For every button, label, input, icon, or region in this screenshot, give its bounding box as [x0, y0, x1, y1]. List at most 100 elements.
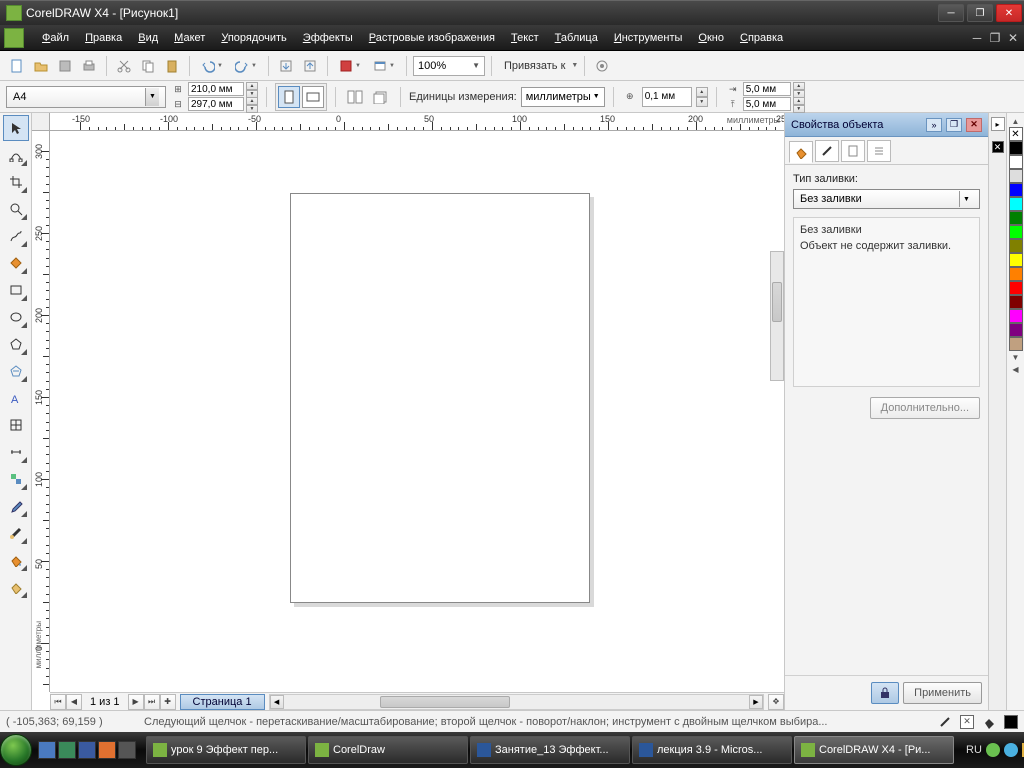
page-size-combo[interactable]: A4▼	[6, 86, 166, 108]
welcome-button[interactable]: ▼	[368, 55, 400, 77]
color-swatch[interactable]	[1009, 267, 1023, 281]
minimize-button[interactable]: ─	[938, 4, 964, 22]
text-tab[interactable]	[841, 140, 865, 162]
menu-item[interactable]: Текст	[503, 28, 547, 48]
outline-tool[interactable]	[3, 520, 29, 546]
dimension-tool[interactable]	[3, 439, 29, 465]
polygon-tool[interactable]	[3, 331, 29, 357]
export-button[interactable]	[299, 55, 321, 77]
nudge-input[interactable]: 0,1 мм	[642, 87, 692, 107]
ql-expand-icon[interactable]	[118, 741, 136, 759]
nudge-spinner[interactable]: ▲▼	[696, 87, 708, 107]
color-swatch[interactable]	[1009, 295, 1023, 309]
facing-pages-button[interactable]	[370, 86, 392, 108]
taskbar-task[interactable]: Занятие_13 Эффект...	[470, 736, 630, 764]
options-button[interactable]	[591, 55, 613, 77]
fill-tool[interactable]	[3, 547, 29, 573]
page-tab[interactable]: Страница 1	[180, 694, 265, 710]
maximize-button[interactable]: ❐	[967, 4, 993, 22]
color-swatch[interactable]	[1009, 155, 1023, 169]
docker-close-icon[interactable]: ✕	[966, 118, 982, 132]
vertical-scrollbar[interactable]	[770, 251, 784, 381]
dup-y-input[interactable]: 5,0 мм	[743, 97, 791, 111]
pan-button[interactable]: ✥	[768, 694, 784, 710]
basic-shapes-tool[interactable]	[3, 358, 29, 384]
undo-button[interactable]: ▼	[196, 55, 228, 77]
fill-tab[interactable]	[789, 141, 813, 163]
new-button[interactable]	[6, 55, 28, 77]
height-spinner[interactable]: ▲▼	[246, 97, 258, 111]
landscape-button[interactable]	[302, 86, 324, 108]
color-swatch[interactable]	[1009, 197, 1023, 211]
page-height-input[interactable]: 297,0 мм	[188, 97, 244, 111]
docker-undock-icon[interactable]: ❐	[946, 118, 962, 132]
last-page-button[interactable]: ⏭	[144, 694, 160, 710]
portrait-button[interactable]	[278, 86, 300, 108]
text-tool[interactable]: A	[3, 385, 29, 411]
page-width-input[interactable]: 210,0 мм	[188, 82, 244, 96]
menu-item[interactable]: Таблица	[547, 28, 606, 48]
menu-item[interactable]: Файл	[34, 28, 77, 48]
horizontal-ruler[interactable]: миллиметры-150-100-50050100150200250300	[50, 113, 784, 131]
docker-header[interactable]: Свойства объекта » ❐ ✕	[785, 113, 988, 137]
menu-item[interactable]: Правка	[77, 28, 130, 48]
print-button[interactable]	[78, 55, 100, 77]
horizontal-scrollbar[interactable]: ◀▶	[269, 694, 764, 710]
taskbar-task[interactable]: урок 9 Эффект пер...	[146, 736, 306, 764]
advanced-button[interactable]: Дополнительно...	[870, 397, 980, 419]
width-spinner[interactable]: ▲▼	[246, 82, 258, 96]
dup-x-input[interactable]: 5,0 мм	[743, 82, 791, 96]
crop-tool[interactable]	[3, 169, 29, 195]
redo-button[interactable]: ▼	[230, 55, 262, 77]
color-swatch[interactable]	[1009, 169, 1023, 183]
canvas[interactable]	[50, 131, 784, 692]
first-page-button[interactable]: ⏮	[50, 694, 66, 710]
zoom-combo[interactable]: 100%▼	[413, 56, 485, 76]
color-swatch[interactable]	[1009, 225, 1023, 239]
vertical-ruler[interactable]: миллиметры300250200150100500	[32, 131, 50, 692]
cut-button[interactable]	[113, 55, 135, 77]
smart-fill-tool[interactable]	[3, 250, 29, 276]
color-swatch[interactable]	[1009, 337, 1023, 351]
rectangle-tool[interactable]	[3, 277, 29, 303]
docker-collapse-icon[interactable]: »	[926, 118, 942, 132]
outline-black-swatch[interactable]	[1004, 715, 1018, 729]
color-swatch[interactable]	[1009, 253, 1023, 267]
next-page-button[interactable]: ▶	[128, 694, 144, 710]
tray-icon-1[interactable]	[986, 743, 1000, 757]
palette-down-icon[interactable]: ▼	[1009, 351, 1023, 363]
copy-button[interactable]	[137, 55, 159, 77]
import-button[interactable]	[275, 55, 297, 77]
taskbar-task[interactable]: лекция 3.9 - Micros...	[632, 736, 792, 764]
eyedropper-tool[interactable]	[3, 493, 29, 519]
apply-button[interactable]: Применить	[903, 682, 982, 704]
color-swatch[interactable]	[1009, 141, 1023, 155]
palette-flyout-icon[interactable]: ◀	[1009, 363, 1023, 375]
shape-tool[interactable]	[3, 142, 29, 168]
ql-showdesktop-icon[interactable]	[38, 741, 56, 759]
interactive-fill-tool[interactable]	[3, 574, 29, 600]
tray-icon-2[interactable]	[1004, 743, 1018, 757]
menu-item[interactable]: Упорядочить	[213, 28, 294, 48]
freehand-tool[interactable]	[3, 223, 29, 249]
add-page-button[interactable]: ✚	[160, 694, 176, 710]
no-color-swatch[interactable]	[1009, 127, 1023, 141]
taskbar-task[interactable]: CorelDRAW X4 - [Ри...	[794, 736, 954, 764]
mdi-close-icon[interactable]: ✕	[1006, 31, 1020, 45]
menu-item[interactable]: Справка	[732, 28, 791, 48]
open-button[interactable]	[30, 55, 52, 77]
dup-y-spinner[interactable]: ▲▼	[793, 97, 805, 111]
ql-switch-icon[interactable]	[58, 741, 76, 759]
menu-item[interactable]: Окно	[690, 28, 732, 48]
mdi-restore-icon[interactable]: ❐	[988, 31, 1002, 45]
language-indicator[interactable]: RU	[966, 744, 982, 756]
fill-type-combo[interactable]: Без заливки▼	[793, 189, 980, 209]
units-combo[interactable]: миллиметры▼	[521, 87, 605, 107]
menu-item[interactable]: Инструменты	[606, 28, 691, 48]
fill-none-swatch[interactable]	[960, 715, 974, 729]
color-swatch[interactable]	[1009, 183, 1023, 197]
ruler-corner[interactable]	[32, 113, 50, 131]
start-button[interactable]	[0, 732, 32, 768]
menu-item[interactable]: Вид	[130, 28, 166, 48]
app-launcher-button[interactable]: ▼	[334, 55, 366, 77]
